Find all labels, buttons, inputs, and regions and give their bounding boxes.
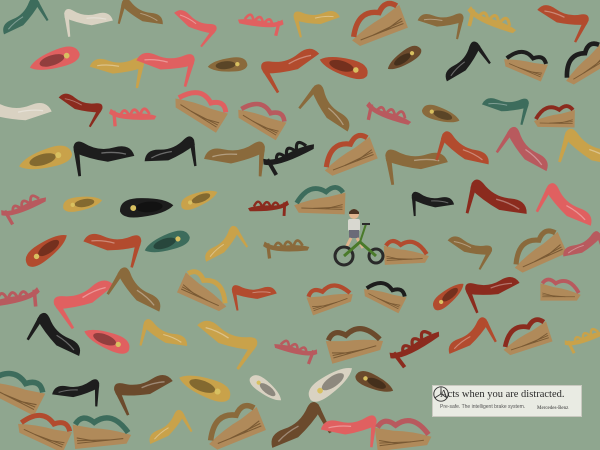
- shoe: [238, 101, 287, 141]
- shoe: [25, 235, 67, 267]
- shoe: [435, 131, 489, 165]
- shoe: [465, 277, 520, 314]
- shoe: [374, 418, 432, 450]
- shoe: [175, 90, 229, 133]
- shoe: [263, 239, 310, 259]
- shoe: [26, 312, 81, 357]
- shoe: [306, 283, 353, 316]
- shoe: [120, 198, 174, 218]
- shoe: [114, 375, 173, 416]
- shoe: [249, 375, 282, 401]
- shoe: [533, 104, 575, 128]
- shoe: [495, 126, 548, 172]
- shoe: [308, 368, 352, 402]
- shoe: [563, 231, 600, 257]
- shoe: [447, 236, 493, 270]
- shoe: [298, 84, 350, 132]
- ad-copy-card: Acts when you are distracted. Pre-safe. …: [432, 385, 582, 417]
- shoe: [537, 5, 589, 43]
- ad-headline: Acts when you are distracted.: [440, 389, 565, 400]
- shoe: [294, 184, 346, 215]
- shoe: [0, 370, 46, 416]
- shoe: [29, 46, 80, 70]
- shoe: [350, 0, 408, 46]
- ad-subline: Pre-safe. The intelligent brake system.: [440, 404, 526, 410]
- ad-canvas: Acts when you are distracted. Pre-safe. …: [0, 0, 600, 450]
- shoe: [445, 41, 491, 82]
- shoe: [320, 415, 377, 448]
- shoe: [197, 320, 258, 370]
- shoe: [144, 136, 197, 167]
- shoe: [465, 179, 527, 214]
- shoe: [53, 280, 115, 330]
- shoe: [89, 57, 145, 89]
- shoe: [1, 194, 46, 226]
- shoe: [207, 57, 248, 72]
- shoe: [139, 319, 188, 347]
- shoe: [432, 283, 464, 311]
- shoe: [204, 141, 265, 177]
- shoe: [108, 107, 157, 127]
- shoe: [58, 93, 103, 128]
- shoe: [540, 277, 581, 301]
- shoe: [448, 317, 497, 354]
- shoe-pattern: [0, 0, 600, 450]
- shoe: [72, 415, 132, 450]
- shoe: [3, 0, 49, 35]
- shoe: [355, 371, 394, 392]
- shoe: [535, 183, 592, 226]
- shoe: [0, 287, 40, 307]
- shoe: [389, 330, 440, 369]
- shoe: [513, 228, 567, 273]
- shoe: [271, 401, 332, 448]
- shoe: [421, 104, 460, 123]
- shoe: [274, 339, 318, 365]
- shoe: [231, 285, 277, 311]
- shoe: [564, 327, 600, 354]
- shoe: [564, 41, 600, 85]
- shoe: [179, 375, 231, 402]
- shoe: [19, 145, 73, 170]
- shoe: [106, 267, 161, 312]
- brand-name: Mercedes-Benz: [537, 406, 569, 411]
- shoe: [207, 402, 266, 450]
- shoe: [558, 128, 600, 166]
- shoe: [323, 132, 378, 176]
- shoe: [504, 49, 549, 82]
- shoe: [52, 379, 100, 407]
- shoe: [366, 101, 412, 125]
- shoe: [383, 238, 429, 265]
- shoe: [117, 0, 163, 25]
- shoe: [293, 10, 340, 38]
- shoe: [263, 140, 315, 176]
- shoe: [319, 57, 368, 80]
- shoe: [481, 98, 529, 126]
- shoe: [64, 9, 113, 37]
- shoe: [364, 281, 407, 314]
- shoe: [467, 6, 517, 34]
- shoe: [417, 13, 464, 40]
- shoe: [237, 13, 284, 37]
- shoe: [205, 225, 249, 262]
- shoe: [181, 190, 218, 210]
- shoe: [73, 141, 135, 177]
- mercedes-star-icon: [433, 386, 449, 402]
- shoe: [0, 102, 52, 139]
- shoe: [83, 233, 142, 268]
- shoe: [502, 317, 553, 356]
- shoe: [144, 230, 190, 253]
- shoe: [18, 412, 73, 450]
- shoe: [387, 45, 422, 70]
- shoe: [149, 409, 193, 444]
- shoe: [411, 191, 455, 217]
- shoe: [248, 200, 290, 216]
- shoe: [84, 329, 130, 354]
- shoe: [176, 269, 228, 312]
- shoe: [63, 196, 103, 212]
- shoe: [325, 326, 384, 364]
- shoe: [174, 10, 217, 48]
